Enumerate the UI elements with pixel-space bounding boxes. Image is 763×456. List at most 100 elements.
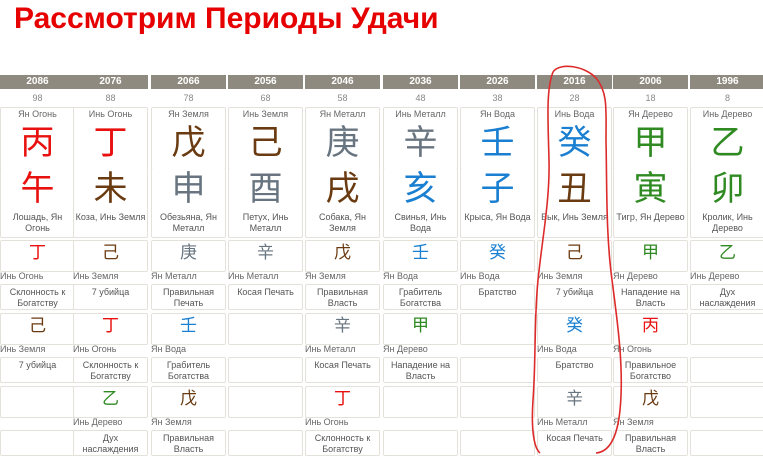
branch-cell: 酉 Петух, Инь Металл <box>228 168 303 238</box>
hidden-stem-cell: 戊 <box>151 386 226 418</box>
period-age: 58 <box>337 93 348 103</box>
heavenly-stem-char: 己 <box>248 123 283 163</box>
stem-element-label: Инь Металл <box>395 109 446 119</box>
ten-god-label <box>461 431 534 433</box>
earthly-branch-char: 酉 <box>248 169 283 209</box>
branch-animal-label: Обезьяна, Ян Металл <box>160 212 217 233</box>
ten-god-label: Братство <box>478 287 517 297</box>
ten-god-cell: Грабитель Богатства <box>151 357 226 383</box>
heavenly-stem-char: 戊 <box>171 123 206 163</box>
hidden-stem-cell: 己 <box>73 240 148 272</box>
hidden-stem-cell: 甲 <box>383 313 458 345</box>
ten-god-label: Косая Печать <box>237 287 294 297</box>
hidden-stem-cell <box>690 386 763 418</box>
ten-god-cell: Нападение на Власть <box>613 284 688 310</box>
hidden-stem-cell: 乙 <box>690 240 763 272</box>
stem-element-label: Инь Земля <box>242 109 289 119</box>
page-title: Рассмотрим Периоды Удачи <box>14 2 439 35</box>
earthly-branch-char: 申 <box>171 169 206 209</box>
hidden-stem-cell: 戊 <box>305 240 380 272</box>
branch-cell: 申 Обезьяна, Ян Металл <box>151 168 226 238</box>
period-year: 2016 <box>537 75 612 89</box>
ten-god-label: 7 убийца <box>91 287 130 297</box>
hidden-stem-element: Инь Огонь <box>0 271 44 281</box>
ten-god-label: Склонность к Богатству <box>314 433 371 454</box>
ten-god-cell: 7 убийца <box>0 357 75 383</box>
period-age: 28 <box>569 93 580 103</box>
hidden-stem-char: 己 <box>102 243 119 263</box>
hidden-stem-element: Ян Металл <box>151 271 197 281</box>
heavenly-stem-char: 庚 <box>325 123 360 163</box>
heavenly-stem-char: 丁 <box>93 123 128 163</box>
stem-element-label: Ян Дерево <box>628 109 673 119</box>
branch-animal-label: Крыса, Ян Вода <box>464 212 531 222</box>
hidden-stem-char: 戊 <box>180 389 197 409</box>
hidden-stem-cell: 乙 <box>73 386 148 418</box>
branch-cell: 卯 Кролик, Инь Дерево <box>690 168 763 238</box>
earthly-branch-char: 亥 <box>403 169 438 209</box>
ten-god-cell: Склонность к Богатству <box>73 357 148 383</box>
branch-animal-label: Собака, Ян Земля <box>318 212 367 233</box>
ten-god-label: Дух наслаждения <box>699 287 756 308</box>
period-year: 2026 <box>460 75 535 89</box>
ten-god-label <box>691 358 763 360</box>
stem-element-label: Ян Земля <box>168 109 209 119</box>
ten-god-cell: Склонность к Богатству <box>305 430 380 456</box>
period-age: 98 <box>32 93 43 103</box>
branch-cell: 亥 Свинья, Инь Вода <box>383 168 458 238</box>
hidden-stem-element: Инь Земля <box>537 271 583 281</box>
ten-god-label: Правильная Власть <box>624 433 677 454</box>
ten-god-cell: Склонность к Богатству <box>0 284 75 310</box>
period-age: 78 <box>183 93 194 103</box>
hidden-stem-element: Ян Земля <box>305 271 346 281</box>
hidden-stem-char: 丁 <box>334 389 351 409</box>
ten-god-label: Косая Печать <box>546 433 603 443</box>
earthly-branch-char: 寅 <box>633 169 668 209</box>
heavenly-stem-char: 癸 <box>557 123 592 163</box>
ten-god-cell <box>460 430 535 456</box>
branch-animal-label: Бык, Инь Земля <box>541 212 608 222</box>
hidden-stem-char: 丁 <box>29 243 46 263</box>
earthly-branch-char: 丑 <box>557 169 592 209</box>
ten-god-label <box>229 431 302 433</box>
hidden-stem-cell <box>228 313 303 345</box>
hidden-stem-char: 癸 <box>566 316 583 336</box>
hidden-stem-element: Ян Дерево <box>613 271 658 281</box>
ten-god-label <box>384 431 457 433</box>
heavenly-stem-char: 甲 <box>633 123 668 163</box>
hidden-stem-cell: 己 <box>537 240 612 272</box>
ten-god-label <box>1 431 74 433</box>
hidden-stem-element: Ян Огонь <box>613 344 652 354</box>
hidden-stem-cell: 辛 <box>305 313 380 345</box>
ten-god-cell: Грабитель Богатства <box>383 284 458 310</box>
ten-god-cell <box>0 430 75 456</box>
hidden-stem-char: 戊 <box>334 243 351 263</box>
hidden-stem-element: Ян Вода <box>151 344 187 354</box>
ten-god-cell: Косая Печать <box>228 284 303 310</box>
period-age: 68 <box>260 93 271 103</box>
hidden-stem-cell: 辛 <box>228 240 303 272</box>
period-year: 2036 <box>383 75 458 89</box>
hidden-stem-char: 丁 <box>102 316 119 336</box>
hidden-stem-char: 戊 <box>642 389 659 409</box>
hidden-stem-element: Ян Земля <box>151 417 192 427</box>
earthly-branch-char: 卯 <box>710 169 745 209</box>
hidden-stem-char: 己 <box>566 243 583 263</box>
hidden-stem-char: 甲 <box>412 316 429 336</box>
hidden-stem-element: Инь Металл <box>305 344 356 354</box>
ten-god-label: Правильная Власть <box>162 433 215 454</box>
hidden-stem-char: 甲 <box>642 243 659 263</box>
hidden-stem-cell: 壬 <box>383 240 458 272</box>
heavenly-stem-char: 丙 <box>20 123 55 163</box>
stem-element-label: Ян Огонь <box>18 109 57 119</box>
ten-god-cell <box>383 430 458 456</box>
ten-god-cell <box>228 430 303 456</box>
hidden-stem-char: 乙 <box>102 389 119 409</box>
period-year: 2066 <box>151 75 226 89</box>
earthly-branch-char: 午 <box>20 169 55 209</box>
period-year: 2006 <box>613 75 688 89</box>
branch-cell: 丑 Бык, Инь Земля <box>537 168 612 238</box>
stem-element-label: Инь Дерево <box>702 109 753 119</box>
hidden-stem-element: Ян Дерево <box>383 344 428 354</box>
heavenly-stem-char: 壬 <box>480 123 515 163</box>
